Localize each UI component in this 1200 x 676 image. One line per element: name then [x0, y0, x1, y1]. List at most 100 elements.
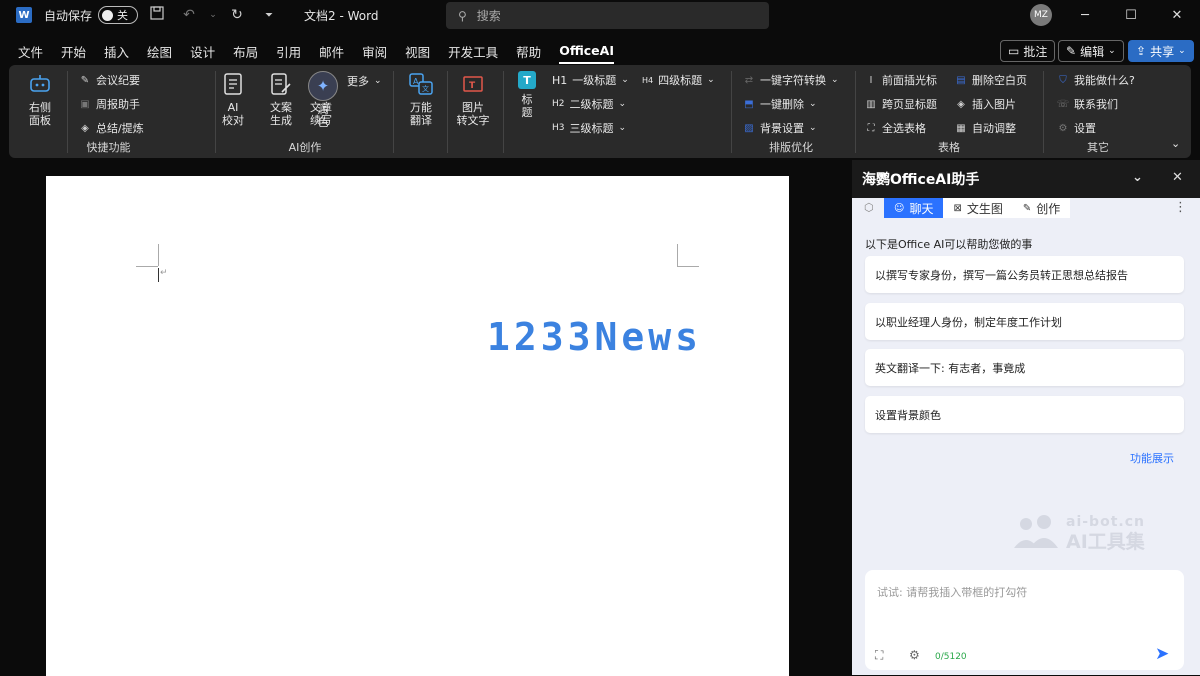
maximize-icon[interactable]: ☐	[1108, 0, 1154, 30]
contact-us-button[interactable]: ☏ 联系我们	[1057, 96, 1118, 112]
cube-icon[interactable]: ⬡	[864, 201, 874, 214]
settings-button[interactable]: ⚙ 设置	[1057, 120, 1096, 136]
one-click-delete-button[interactable]: ⬒ 一键删除 ⌄	[743, 96, 817, 112]
delete-blank-page-button[interactable]: ▤ 删除空白页	[955, 72, 1027, 88]
table-header-icon: ▥	[866, 98, 876, 110]
contact-icon: ☏	[1056, 98, 1070, 110]
heading-1-button[interactable]: H1 一级标题 ⌄	[552, 72, 629, 88]
chevron-down-icon: ⌄	[809, 99, 817, 109]
customize-toolbar-icon[interactable]: ⏷	[256, 10, 282, 21]
chevron-down-icon: ⌄	[618, 123, 627, 133]
tab-chat[interactable]: ☺ 聊天	[884, 198, 944, 218]
delete-icon: ⬒	[744, 98, 754, 110]
title-button[interactable]: T 标 题	[509, 71, 545, 119]
tab-text-to-image[interactable]: ⊠ 文生图	[943, 198, 1013, 218]
divider	[393, 71, 394, 153]
select-all-tables-button[interactable]: ⛶ 全选表格	[865, 120, 927, 136]
avatar[interactable]: MZ	[1030, 4, 1052, 26]
tab-layout[interactable]: 布局	[233, 38, 258, 64]
more-button[interactable]: 更多 ⌄	[347, 73, 382, 89]
translate-button[interactable]: A文 万能 翻译	[401, 71, 441, 127]
tab-design[interactable]: 设计	[190, 38, 215, 64]
chat-input-box: 试试: 请帮我插入带框的打勾符 ⛶ ⚙ 0/5120 ➤	[865, 570, 1184, 670]
intro-text: 以下是Office AI可以帮助您做的事	[865, 238, 1033, 251]
chevron-down-icon[interactable]: ⌄	[208, 10, 218, 20]
tab-references[interactable]: 引用	[276, 38, 301, 64]
chat-input[interactable]: 试试: 请帮我插入带框的打勾符	[877, 584, 1027, 600]
share-icon: ⇪	[1136, 44, 1147, 58]
doc-edit-icon	[268, 71, 294, 97]
polish-main-button[interactable]: ✦ 润 色	[306, 71, 340, 129]
autosave-toggle[interactable]: 关	[98, 6, 139, 24]
margin-mark	[677, 244, 678, 266]
edit-icon: ✎	[1022, 202, 1032, 214]
layers-icon: ◈	[81, 122, 89, 134]
screenshot-icon[interactable]: ⛶	[875, 648, 883, 663]
heading-2-button[interactable]: H2 二级标题 ⌄	[552, 96, 626, 112]
auto-adjust-button[interactable]: ▦ 自动调整	[955, 120, 1016, 136]
redo-icon[interactable]: ↻	[224, 7, 250, 23]
heading-4-button[interactable]: H4 四级标题 ⌄	[642, 72, 715, 88]
tab-file[interactable]: 文件	[18, 38, 43, 64]
send-icon[interactable]: ➤	[1155, 644, 1169, 664]
layout-group: ⇄ 一键字符转换 ⌄ ⬒ 一键删除 ⌄ ▨ 背景设置 ⌄ 排版优化	[731, 65, 851, 158]
suggestion-card[interactable]: 以撰写专家身份，撰写一篇公务员转正思想总结报告	[865, 256, 1184, 293]
comments-button[interactable]: ▭ 批注	[1000, 40, 1056, 62]
suggestion-card[interactable]: 以职业经理人身份，制定年度工作计划	[865, 303, 1184, 340]
save-icon[interactable]	[144, 6, 170, 24]
svg-text:T: T	[469, 81, 476, 91]
chevron-down-icon: ⌄	[809, 123, 817, 133]
background-settings-label: 背景设置	[760, 122, 804, 135]
ribbon-collapse-button[interactable]: ⌄	[1171, 137, 1180, 150]
image-to-text-button[interactable]: T 图片 转文字	[453, 71, 493, 127]
meeting-notes-button[interactable]: ✎ 会议纪要	[79, 72, 140, 88]
share-button[interactable]: ⇪ 共享 ⌄	[1128, 40, 1194, 62]
copywriting-button[interactable]: 文案 生成	[263, 71, 299, 127]
minimize-icon[interactable]: ─	[1062, 0, 1108, 30]
pencil-icon: ✎	[1066, 44, 1077, 58]
cross-page-header-button[interactable]: ▥ 跨页显标题	[865, 96, 937, 112]
search-input[interactable]: ⚲ 搜索	[446, 2, 769, 29]
tab-developer[interactable]: 开发工具	[448, 38, 498, 64]
tab-review[interactable]: 审阅	[362, 38, 387, 64]
tab-mailings[interactable]: 邮件	[319, 38, 344, 64]
document-page[interactable]: ↵	[46, 176, 789, 676]
close-icon[interactable]: ✕	[1154, 0, 1200, 30]
image-text-icon: T	[460, 71, 486, 97]
suggestion-card[interactable]: 设置背景颜色	[865, 396, 1184, 433]
weekly-report-button[interactable]: ▣ 周报助手	[79, 96, 140, 112]
tab-officeai[interactable]: OfficeAI	[559, 38, 614, 64]
heading-3-button[interactable]: H3 三级标题 ⌄	[552, 120, 626, 136]
summary-button[interactable]: ◈ 总结/提炼	[79, 120, 144, 136]
gear-icon[interactable]: ⚙	[909, 648, 920, 662]
background-settings-button[interactable]: ▨ 背景设置 ⌄	[743, 120, 817, 136]
front-cursor-button[interactable]: Ⅰ 前面插光标	[865, 72, 937, 88]
more-options-icon[interactable]: ⋮	[1174, 200, 1187, 215]
cross-page-header-label: 跨页显标题	[882, 98, 937, 111]
edit-button[interactable]: ✎ 编辑 ⌄	[1058, 40, 1124, 62]
char-convert-button[interactable]: ⇄ 一键字符转换 ⌄	[743, 72, 839, 88]
tab-insert[interactable]: 插入	[104, 38, 129, 64]
side-panel-button[interactable]: 右侧 面板	[20, 71, 60, 127]
suggestion-card[interactable]: 英文翻译一下: 有志者，事竟成	[865, 349, 1184, 386]
close-icon[interactable]: ✕	[1172, 170, 1183, 185]
chevron-down-icon: ⌄	[1108, 46, 1116, 56]
chevron-down-icon: ⌄	[707, 75, 715, 85]
ai-proofread-button[interactable]: AI 校对	[215, 71, 251, 127]
edit-label: 编辑	[1080, 44, 1105, 59]
polish-label: 润 色	[317, 103, 329, 129]
tab-help[interactable]: 帮助	[516, 38, 541, 64]
what-can-i-do-button[interactable]: ⛉ 我能做什么?	[1057, 72, 1135, 88]
insert-image-button[interactable]: ◈ 插入图片	[955, 96, 1016, 112]
panel-title: 海鹦OfficeAI助手	[862, 172, 980, 188]
feature-showcase-link[interactable]: 功能展示	[1130, 450, 1174, 466]
tab-draw[interactable]: 绘图	[147, 38, 172, 64]
tab-home[interactable]: 开始	[61, 38, 86, 64]
h2-tag: H2	[552, 99, 565, 109]
chevron-down-icon: ⌄	[618, 99, 627, 109]
tab-view[interactable]: 视图	[405, 38, 430, 64]
tab-create[interactable]: ✎ 创作	[1012, 198, 1071, 218]
chevron-down-icon[interactable]: ⌄	[1132, 170, 1143, 185]
undo-icon[interactable]: ↶	[176, 7, 202, 23]
search-icon: ⚲	[458, 8, 467, 23]
